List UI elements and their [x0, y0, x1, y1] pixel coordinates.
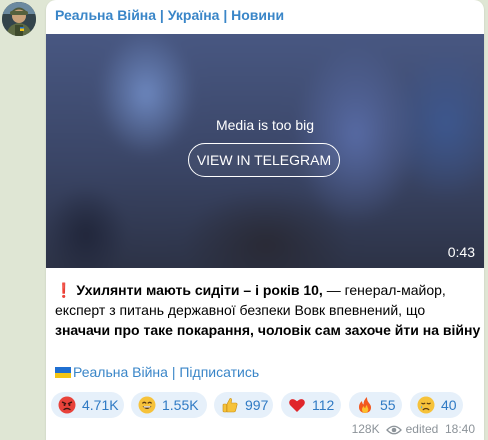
telegram-post: Реальна Війна | Україна | Новини Media i… [0, 0, 488, 440]
channel-name[interactable]: Реальна Війна | Україна | Новини [55, 7, 284, 23]
reaction-heart[interactable]: 112 [281, 392, 341, 418]
video-placeholder[interactable]: Media is too big VIEW IN TELEGRAM 0:43 [46, 34, 484, 268]
ukraine-flag-icon [55, 367, 71, 378]
post-line-1: ❗ Ухилянти мають сидіти – і років 10, — … [55, 280, 479, 300]
post-text: ❗ Ухилянти мають сидіти – і років 10, — … [55, 280, 481, 340]
message-bubble: Реальна Війна | Україна | Новини Media i… [46, 0, 484, 440]
reaction-angry[interactable]: 4.71K [51, 392, 124, 418]
post-headline: Ухилянти мають сидіти – і років 10, [76, 282, 323, 298]
eye-icon [385, 425, 402, 435]
reaction-count: 55 [380, 397, 396, 413]
reaction-grinning[interactable]: 1.55K [131, 392, 207, 418]
soldier-avatar-icon [2, 2, 36, 36]
reactions-bar: 4.71K 1.55K 997 112 55 40 [51, 392, 481, 418]
red-heart-icon [289, 399, 305, 412]
edited-label: edited [405, 422, 439, 436]
message-meta: 128K edited 18:40 [352, 422, 475, 436]
message-time: 18:40 [444, 422, 475, 436]
post-line-2: експерт з питань державної безпеки Вовк … [55, 302, 426, 318]
reaction-count: 4.71K [82, 397, 119, 413]
reaction-count: 1.55K [162, 397, 199, 413]
grinning-face-icon [138, 396, 156, 414]
view-count: 128K [351, 422, 380, 436]
angry-face-icon [58, 396, 76, 414]
post-conclusion: значачи про таке покарання, чоловік сам … [55, 322, 481, 338]
post-line-3: значачи про таке покарання, чоловік сам … [55, 320, 481, 340]
reaction-count: 112 [312, 397, 335, 413]
post-line-1-rest: — генерал-майор, [322, 282, 446, 298]
video-duration: 0:43 [447, 244, 475, 260]
reaction-crying[interactable]: 40 [410, 392, 463, 418]
reaction-count: 40 [441, 397, 457, 413]
reaction-fire[interactable]: 55 [349, 392, 402, 418]
subscribe-link[interactable]: Реальна Війна | Підписатись [55, 364, 259, 380]
fire-icon [359, 397, 371, 413]
reaction-thumbs-up[interactable]: 997 [214, 392, 273, 418]
channel-avatar[interactable] [2, 2, 36, 36]
media-too-big-message: Media is too big [215, 117, 315, 133]
view-in-telegram-button[interactable]: VIEW IN TELEGRAM [188, 143, 340, 177]
subscribe-text[interactable]: Реальна Війна | Підписатись [73, 364, 259, 380]
reaction-count: 997 [245, 397, 269, 413]
exclamation-icon: ❗ [55, 282, 73, 298]
crying-face-icon [417, 396, 435, 414]
thumbs-up-icon [222, 398, 238, 413]
